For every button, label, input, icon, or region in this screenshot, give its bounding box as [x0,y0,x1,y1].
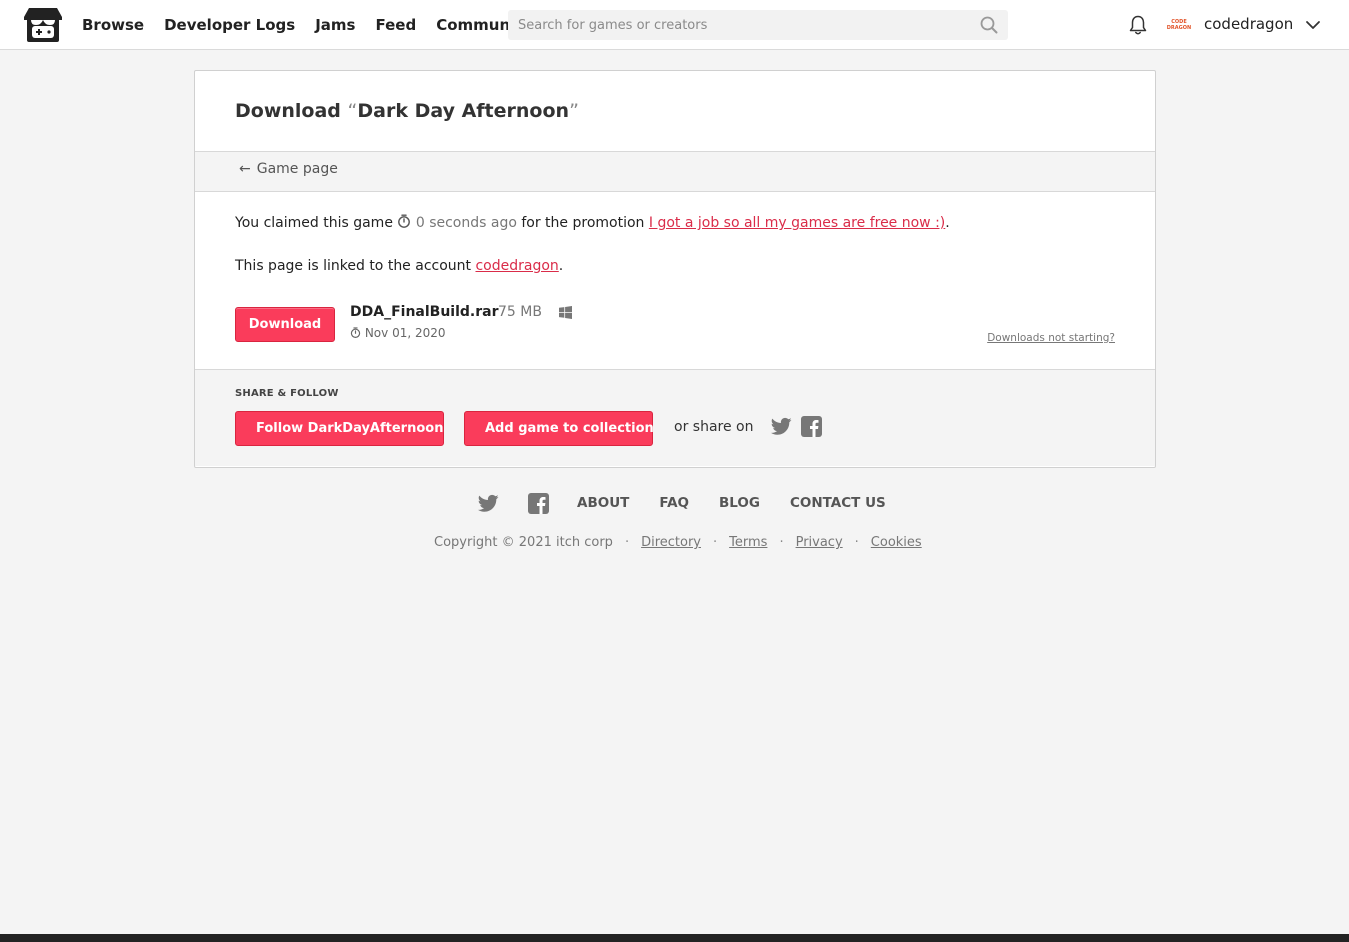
facebook-icon[interactable] [528,492,549,514]
directory-link[interactable]: Directory [641,535,701,550]
itchio-logo-icon[interactable] [23,7,63,43]
footer-about-link[interactable]: ABOUT [577,495,629,511]
nav-jams[interactable]: Jams [315,16,355,34]
footer-blog-link[interactable]: BLOG [719,495,760,511]
footer-faq-link[interactable]: FAQ [659,495,689,511]
twitter-icon[interactable] [771,417,792,436]
card-header: Download “Dark Day Afternoon” [195,71,1155,152]
back-bar: ← Game page [195,152,1155,192]
share-follow-section: SHARE & FOLLOW Follow DarkDayAfternoon A… [195,370,1155,466]
stopwatch-icon [398,214,411,228]
claim-text-mid: for the promotion [516,215,649,231]
share-follow-heading: SHARE & FOLLOW [235,388,339,399]
claim-text-start: You claimed this game [235,215,398,231]
username-label[interactable]: codedragon [1204,15,1293,33]
stopwatch-icon [350,327,361,338]
cookies-link[interactable]: Cookies [871,535,922,550]
file-date: Nov 01, 2020 [350,326,446,340]
page-title: Download “Dark Day Afternoon” [235,100,1155,122]
chevron-down-icon[interactable] [1304,17,1322,33]
terms-link[interactable]: Terms [729,535,767,550]
footer-contact-link[interactable]: CONTACT US [790,495,886,511]
top-header: Browse Developer Logs Jams Feed Communit… [0,0,1349,50]
nav-browse[interactable]: Browse [82,16,144,34]
footer-links: ABOUT FAQ BLOG CONTACT US [478,491,916,515]
separator: · [854,535,859,550]
search-icon[interactable] [980,16,998,34]
account-link[interactable]: codedragon [475,258,558,274]
title-close-quote: ” [569,100,579,122]
copyright-text: Copyright © 2021 itch corp [434,535,613,550]
downloads-help-link[interactable]: Downloads not starting? [987,332,1115,344]
claim-message: You claimed this game 0 seconds ago for … [235,214,950,231]
download-card: Download “Dark Day Afternoon” ← Game page… [194,70,1156,468]
share-on-text: or share on [674,419,754,435]
nav-feed[interactable]: Feed [375,16,416,34]
claim-text-end: . [945,215,950,231]
game-page-label: Game page [256,161,338,177]
game-title: Dark Day Afternoon [357,100,570,122]
user-avatar[interactable]: CODE DRAGON [1166,14,1192,36]
follow-button[interactable]: Follow DarkDayAfternoon [235,411,444,446]
file-name: DDA_FinalBuild.rar [350,304,499,320]
add-to-collection-button[interactable]: Add game to collection [464,411,654,446]
collection-label: Add game to collection [485,421,654,436]
follow-label: Follow DarkDayAfternoon [256,421,444,436]
linked-text-end: . [558,258,564,274]
privacy-link[interactable]: Privacy [796,535,843,550]
card-body: You claimed this game 0 seconds ago for … [195,192,1155,370]
promotion-link[interactable]: I got a job so all my games are free now… [649,215,945,231]
main-nav: Browse Developer Logs Jams Feed Communit… [82,0,552,50]
facebook-icon[interactable] [801,416,822,437]
notifications-bell-icon[interactable] [1128,14,1148,36]
game-page-link[interactable]: ← Game page [239,161,338,177]
download-button[interactable]: Download [235,307,335,342]
windows-icon [559,306,572,319]
separator: · [713,535,718,550]
bottom-strip [0,934,1349,942]
arrow-left-icon: ← [239,161,251,177]
separator: · [624,535,630,550]
copyright-bar: Copyright © 2021 itch corp · Directory · Ter… [434,535,922,550]
title-prefix: Download [235,100,348,122]
file-date-text: Nov 01, 2020 [364,326,446,340]
nav-developer-logs[interactable]: Developer Logs [164,16,295,34]
file-size: 75 MB [498,304,542,320]
claim-time: 0 seconds ago [415,215,517,231]
twitter-icon[interactable] [478,494,499,513]
title-open-quote: “ [347,100,358,122]
linked-text-start: This page is linked to the account [235,258,476,274]
linked-account-message: This page is linked to the account coded… [235,258,563,274]
search-input[interactable] [508,10,1008,40]
avatar-line-2: DRAGON [1166,25,1192,31]
search-box [508,10,1008,40]
separator: · [779,535,784,550]
